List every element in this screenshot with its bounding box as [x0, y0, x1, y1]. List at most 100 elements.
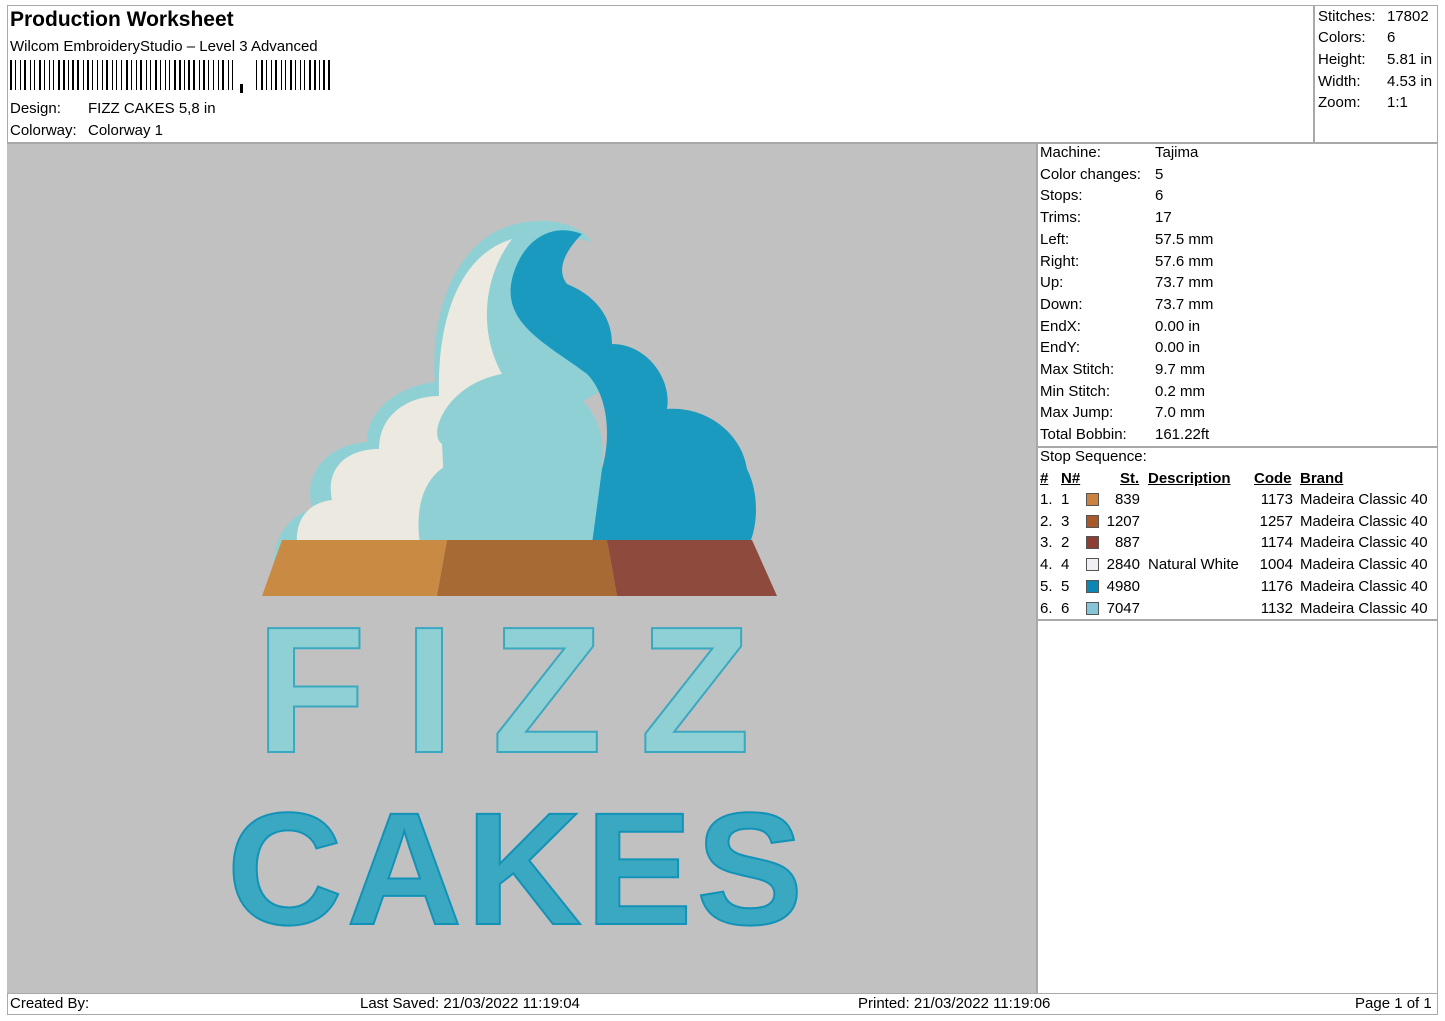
barcode-bar [116, 60, 117, 90]
barcode-separator [240, 84, 243, 93]
colorway-value: Colorway 1 [88, 122, 164, 139]
barcode-bar [136, 60, 137, 90]
machine-info-value: 57.6 mm [1155, 252, 1214, 270]
barcode-bar [15, 60, 16, 90]
stop-row-needle: 4 [1061, 556, 1070, 574]
barcode-bar [102, 60, 103, 90]
notes-panel [1036, 620, 1438, 994]
barcode-bar [39, 60, 41, 90]
width-label: Width: [1318, 73, 1361, 90]
barcode-bar [140, 60, 142, 90]
footer-panel [7, 993, 1438, 1015]
machine-info-label: Total Bobbin: [1040, 426, 1127, 444]
barcode-bar [203, 60, 205, 90]
barcode-bar [295, 60, 296, 90]
machine-info-value: 73.7 mm [1155, 295, 1214, 313]
barcode-bar [319, 60, 320, 90]
barcode-bar [193, 60, 195, 90]
col-header-num: # [1040, 470, 1049, 487]
cupcake-base-redbrown [607, 540, 777, 596]
stop-row-brand: Madeira Classic 40 [1300, 599, 1428, 617]
barcode-bar [106, 60, 108, 90]
machine-info-label: Min Stitch: [1040, 382, 1111, 400]
stop-row-needle: 6 [1061, 599, 1070, 617]
design-canvas: FIZZ CAKES [7, 144, 1036, 993]
machine-info-value: 0.00 in [1155, 317, 1201, 335]
barcode-bar [208, 60, 209, 90]
barcode-bar [165, 60, 166, 90]
machine-info-value: 0.00 in [1155, 339, 1201, 357]
col-header-code: Code [1254, 470, 1292, 487]
machine-info-label: Left: [1040, 230, 1070, 248]
machine-info-label: Max Stitch: [1040, 361, 1115, 378]
machine-info-value: 73.7 mm [1155, 274, 1214, 292]
barcode-bar [150, 60, 151, 90]
thread-color-swatch [1086, 514, 1099, 528]
stop-row-code: 1132 [1260, 599, 1293, 617]
stop-row-code: 1174 [1260, 534, 1293, 552]
col-header-st: St. [1120, 470, 1140, 487]
stop-row-brand: Madeira Classic 40 [1300, 556, 1428, 574]
barcode-bar [49, 60, 50, 90]
stop-row-needle: 2 [1061, 534, 1070, 552]
barcode-bar [300, 60, 301, 90]
machine-info-value: 0.2 mm [1155, 382, 1206, 400]
machine-info-label: Down: [1040, 295, 1083, 313]
machine-info-value: 9.7 mm [1155, 361, 1206, 378]
col-header-description: Description [1148, 470, 1231, 487]
stop-row-code: 1176 [1260, 577, 1293, 595]
stop-row-code: 1004 [1259, 556, 1293, 574]
machine-info-label: EndX: [1040, 317, 1081, 335]
barcode-bar [228, 60, 229, 90]
barcode-bar [10, 60, 12, 90]
col-header-n: N# [1061, 470, 1081, 487]
embroidery-design-preview: FIZZ CAKES [226, 220, 804, 959]
barcode-bar [271, 60, 272, 90]
zoom-value: 1:1 [1387, 94, 1408, 111]
barcode-bar [281, 60, 282, 90]
barcode [10, 60, 330, 93]
height-label: Height: [1318, 51, 1366, 68]
barcode-bar [87, 60, 89, 90]
stop-row-num: 6. [1040, 599, 1053, 617]
machine-info-label: Right: [1040, 252, 1080, 270]
barcode-bar [290, 60, 292, 90]
barcode-bar [261, 60, 263, 90]
stop-row-code: 1173 [1260, 491, 1293, 508]
design-label: Design: [10, 100, 61, 117]
stop-row-needle: 5 [1061, 577, 1070, 595]
last-saved: Last Saved: 21/03/2022 11:19:04 [360, 995, 580, 1012]
stop-row-num: 1. [1040, 491, 1053, 508]
stitches-value: 17802 [1387, 8, 1429, 25]
stop-row-stitches: 1207 [1106, 512, 1140, 530]
barcode-bar [97, 60, 98, 90]
barcode-bar [285, 60, 286, 90]
barcode-bar [63, 60, 65, 90]
machine-info-label: EndY: [1040, 339, 1081, 357]
barcode-bar [68, 60, 69, 90]
stop-row-stitches: 7047 [1106, 599, 1140, 617]
barcode-bar [266, 60, 267, 90]
stop-row-needle: 3 [1061, 512, 1070, 530]
barcode-bar [314, 60, 316, 90]
barcode-bar [179, 60, 181, 90]
worksheet-title: Production Worksheet [10, 8, 234, 31]
design-text-line1: FIZZ [256, 590, 788, 791]
machine-info-value: 6 [1155, 187, 1164, 205]
barcode-bar [20, 60, 21, 90]
barcode-bar [92, 60, 93, 90]
colors-value: 6 [1387, 29, 1396, 46]
stop-sequence-title: Stop Sequence: [1040, 448, 1147, 465]
machine-info-label: Stops: [1040, 187, 1083, 205]
barcode-bar [213, 60, 214, 90]
machine-info-label: Color changes: [1040, 165, 1141, 183]
stop-row-brand: Madeira Classic 40 [1300, 577, 1428, 595]
machine-info-value: Tajima [1155, 144, 1199, 161]
barcode-bar [188, 60, 190, 90]
barcode-bar [146, 60, 147, 90]
barcode-bar [121, 60, 122, 90]
barcode-bar [24, 60, 26, 90]
stop-row-stitches: 887 [1114, 534, 1140, 552]
cupcake-base-brown [437, 540, 617, 596]
stop-row-brand: Madeira Classic 40 [1300, 491, 1428, 508]
